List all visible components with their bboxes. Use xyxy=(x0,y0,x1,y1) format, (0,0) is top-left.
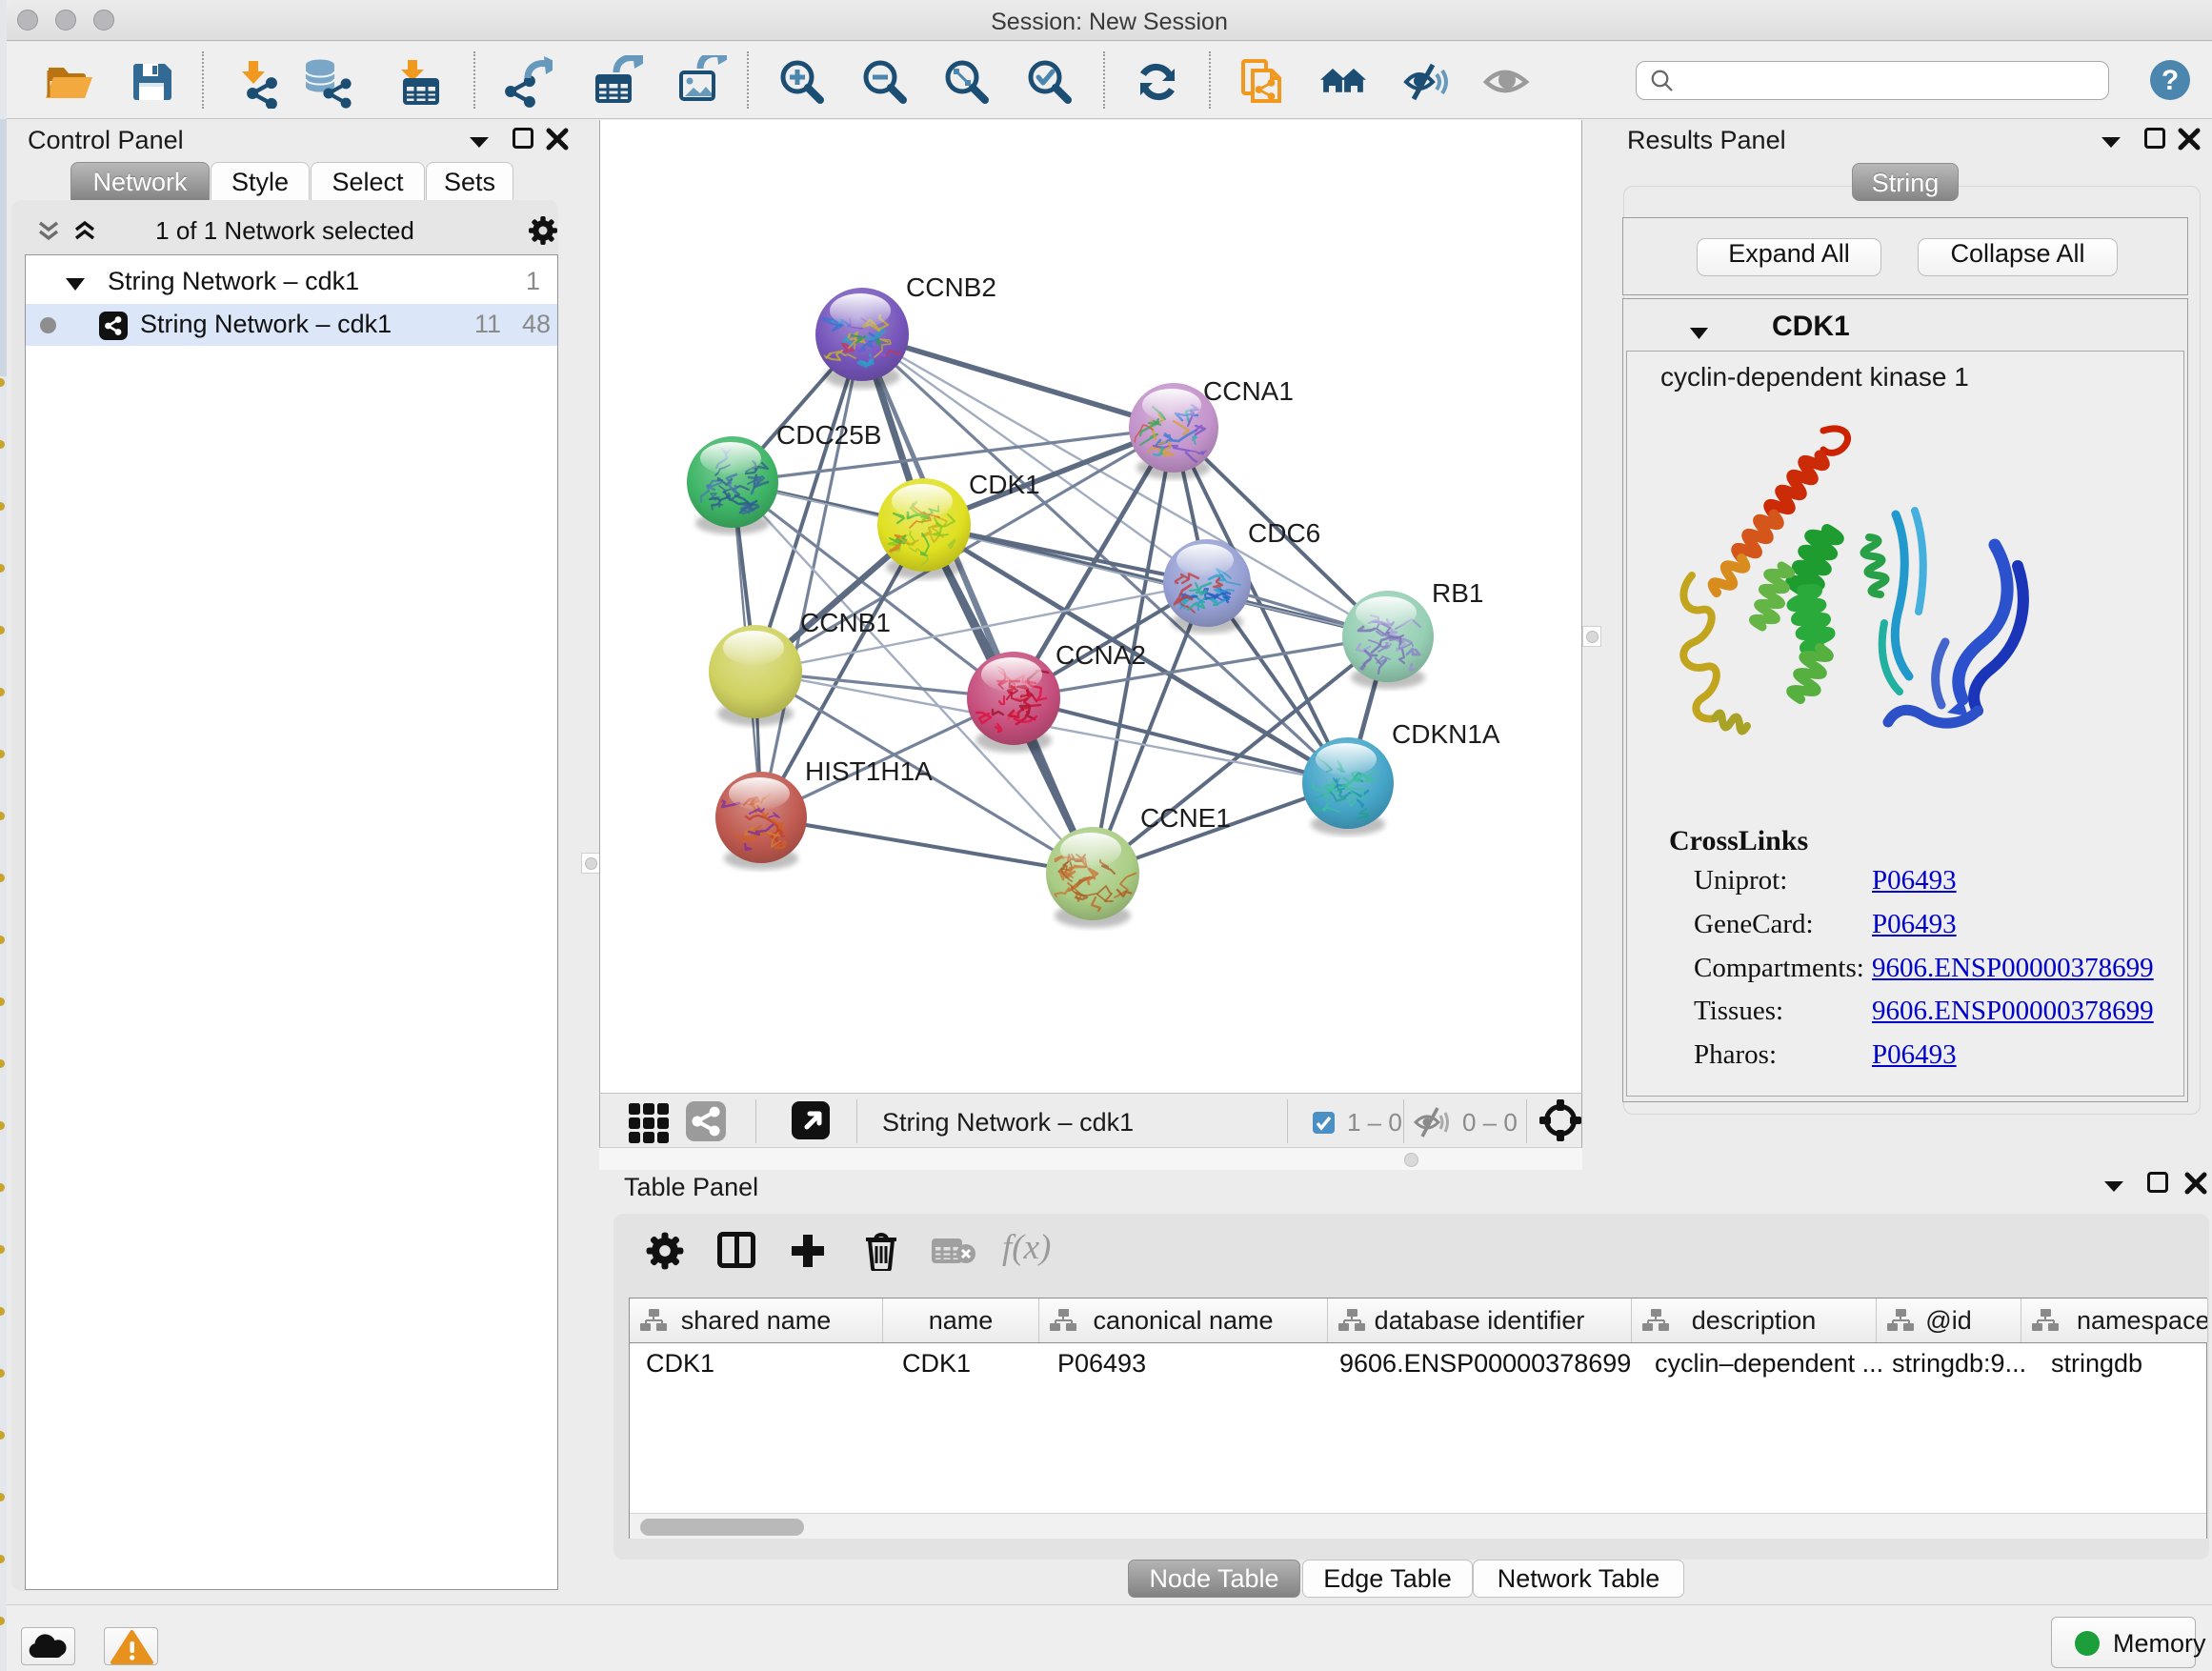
svg-text:HIST1H1A: HIST1H1A xyxy=(805,756,933,786)
svg-text:CCNA1: CCNA1 xyxy=(1203,376,1294,406)
svg-text:CDKN1A: CDKN1A xyxy=(1392,719,1500,749)
svg-text:?: ? xyxy=(2162,65,2179,96)
svg-text:CCNB1: CCNB1 xyxy=(800,608,891,637)
svg-text:RB1: RB1 xyxy=(1432,578,1483,608)
svg-text:CCNE1: CCNE1 xyxy=(1140,803,1231,833)
svg-text:CDC25B: CDC25B xyxy=(776,420,881,450)
svg-text:CCNA2: CCNA2 xyxy=(1056,640,1146,670)
svg-text:CDC6: CDC6 xyxy=(1248,518,1320,548)
svg-text:CDK1: CDK1 xyxy=(969,470,1040,499)
svg-text:CCNB2: CCNB2 xyxy=(906,272,996,302)
